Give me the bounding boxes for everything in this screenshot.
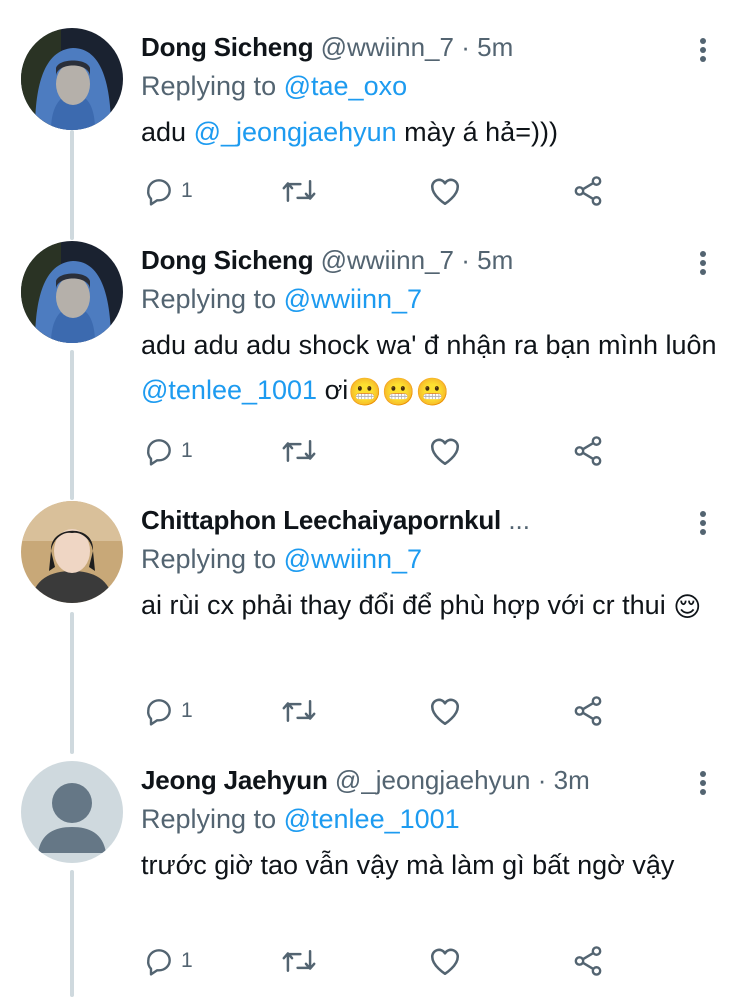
retweet-button[interactable] bbox=[281, 691, 317, 731]
replying-to: Replying to @tenlee_1001 bbox=[141, 799, 720, 839]
author-name[interactable]: Jeong Jaehyun bbox=[141, 765, 328, 795]
reply-button[interactable]: 1 bbox=[143, 171, 193, 211]
like-button[interactable] bbox=[428, 941, 462, 981]
tweet-header: Jeong Jaehyun @_jeongjaehyun · 3m bbox=[141, 762, 720, 798]
avatar[interactable] bbox=[21, 501, 123, 603]
share-button[interactable] bbox=[571, 691, 605, 731]
like-button[interactable] bbox=[428, 691, 462, 731]
share-button[interactable] bbox=[571, 431, 605, 471]
avatar[interactable] bbox=[21, 241, 123, 343]
tweet-text: adu adu adu shock wa' đ nhận ra bạn mình… bbox=[141, 323, 720, 415]
author-handle[interactable]: @wwiinn_7 bbox=[321, 32, 454, 62]
tweet-actions: 1 bbox=[141, 431, 621, 471]
text-segment: adu adu adu shock wa' đ nhận ra bạn mình… bbox=[141, 330, 717, 360]
author-name[interactable]: Chittaphon Leechaiyapornkul bbox=[141, 505, 501, 535]
heart-icon bbox=[430, 438, 460, 466]
reply-button[interactable]: 1 bbox=[143, 431, 193, 471]
tweet-actions: 1 bbox=[141, 691, 621, 731]
replying-to: Replying to @wwiinn_7 bbox=[141, 539, 720, 579]
more-options-icon[interactable] bbox=[698, 511, 708, 538]
heart-icon bbox=[430, 178, 460, 206]
reply-button[interactable]: 1 bbox=[143, 691, 193, 731]
reply-icon bbox=[147, 699, 171, 726]
replying-to: Replying to @tae_oxo bbox=[141, 66, 720, 106]
reply-button[interactable]: 1 bbox=[143, 941, 193, 981]
retweet-icon bbox=[282, 950, 316, 972]
text-segment: ơi bbox=[317, 375, 349, 405]
text-segment: mày á hả=))) bbox=[396, 117, 558, 147]
author-name[interactable]: Dong Sicheng bbox=[141, 32, 314, 62]
replying-to-mention[interactable]: @wwiinn_7 bbox=[284, 544, 422, 574]
tweet[interactable]: Dong Sicheng @wwiinn_7 · 5m Replying to … bbox=[0, 235, 750, 495]
replying-to-label: Replying to bbox=[141, 544, 277, 574]
author-handle[interactable]: @_jeongjaehyun bbox=[335, 765, 531, 795]
reply-icon bbox=[147, 949, 171, 976]
share-icon bbox=[574, 946, 602, 976]
retweet-button[interactable] bbox=[281, 941, 317, 981]
tweet-actions: 1 bbox=[141, 941, 621, 981]
mention-link[interactable]: @tenlee_1001 bbox=[141, 375, 317, 405]
text-segment: ai rùi cx phải thay đổi để phù hợp với c… bbox=[141, 590, 674, 620]
more-options-icon[interactable] bbox=[698, 38, 708, 65]
separator-dot: · bbox=[461, 32, 470, 62]
author-name[interactable]: Dong Sicheng bbox=[141, 245, 314, 275]
avatar[interactable] bbox=[21, 761, 123, 863]
separator-dot: · bbox=[461, 245, 470, 275]
grimace-emoji: 😬 bbox=[348, 377, 382, 407]
tweet-actions: 1 bbox=[141, 171, 621, 211]
replying-to: Replying to @wwiinn_7 bbox=[141, 279, 720, 319]
heart-icon bbox=[430, 948, 460, 976]
more-options-icon[interactable] bbox=[698, 771, 708, 798]
reply-icon bbox=[147, 439, 171, 466]
reply-count: 1 bbox=[181, 949, 193, 972]
replying-to-mention[interactable]: @tae_oxo bbox=[284, 71, 408, 101]
retweet-icon bbox=[282, 180, 316, 202]
mention-link[interactable]: @_jeongjaehyun bbox=[194, 117, 397, 147]
separator-dot: · bbox=[537, 765, 547, 795]
tweet-header: Dong Sicheng @wwiinn_7 · 5m bbox=[141, 242, 720, 278]
timestamp[interactable]: 3m bbox=[554, 765, 590, 795]
text-segment: adu bbox=[141, 117, 194, 147]
replying-to-label: Replying to bbox=[141, 284, 277, 314]
share-icon bbox=[574, 176, 602, 206]
more-options-icon[interactable] bbox=[698, 251, 708, 278]
tweet-text: adu @_jeongjaehyun mày á hả=))) bbox=[141, 110, 720, 155]
share-icon bbox=[574, 436, 602, 466]
grimace-emoji: 😬 bbox=[381, 377, 416, 407]
reply-count: 1 bbox=[181, 179, 193, 202]
timestamp[interactable]: 5m bbox=[477, 32, 513, 62]
reply-count: 1 bbox=[181, 699, 193, 722]
reply-icon bbox=[147, 179, 171, 206]
replying-to-label: Replying to bbox=[141, 71, 277, 101]
tweet[interactable]: Dong Sicheng @wwiinn_7 · 5m Replying to … bbox=[0, 0, 750, 235]
share-button[interactable] bbox=[571, 941, 605, 981]
tweet-text: trước giờ tao vẫn vậy mà làm gì bất ngờ … bbox=[141, 850, 675, 880]
timestamp[interactable]: 5m bbox=[477, 245, 513, 275]
truncated-ellipsis: ... bbox=[508, 505, 530, 535]
tweet-header: Dong Sicheng @wwiinn_7 · 5m bbox=[141, 29, 720, 65]
tweet-text: ai rùi cx phải thay đổi để phù hợp với c… bbox=[141, 583, 720, 630]
grimace-emoji: 😬 bbox=[415, 377, 450, 407]
avatar[interactable] bbox=[21, 28, 123, 130]
replying-to-label: Replying to bbox=[141, 804, 277, 834]
tweet[interactable]: Chittaphon Leechaiyapornkul ... Replying… bbox=[0, 495, 750, 755]
reply-count: 1 bbox=[181, 439, 193, 462]
share-button[interactable] bbox=[571, 171, 605, 211]
retweet-icon bbox=[282, 440, 316, 462]
retweet-button[interactable] bbox=[281, 431, 317, 471]
like-button[interactable] bbox=[428, 171, 462, 211]
retweet-icon bbox=[282, 700, 316, 722]
replying-to-mention[interactable]: @tenlee_1001 bbox=[284, 804, 460, 834]
share-icon bbox=[574, 696, 602, 726]
replying-to-mention[interactable]: @wwiinn_7 bbox=[284, 284, 422, 314]
heart-icon bbox=[430, 698, 460, 726]
retweet-button[interactable] bbox=[281, 171, 317, 211]
relieved-emoji: 😌 bbox=[673, 592, 702, 622]
tweet-header: Chittaphon Leechaiyapornkul ... bbox=[141, 502, 720, 538]
like-button[interactable] bbox=[428, 431, 462, 471]
tweet[interactable]: Jeong Jaehyun @_jeongjaehyun · 3m Replyi… bbox=[0, 755, 750, 997]
author-handle[interactable]: @wwiinn_7 bbox=[321, 245, 454, 275]
